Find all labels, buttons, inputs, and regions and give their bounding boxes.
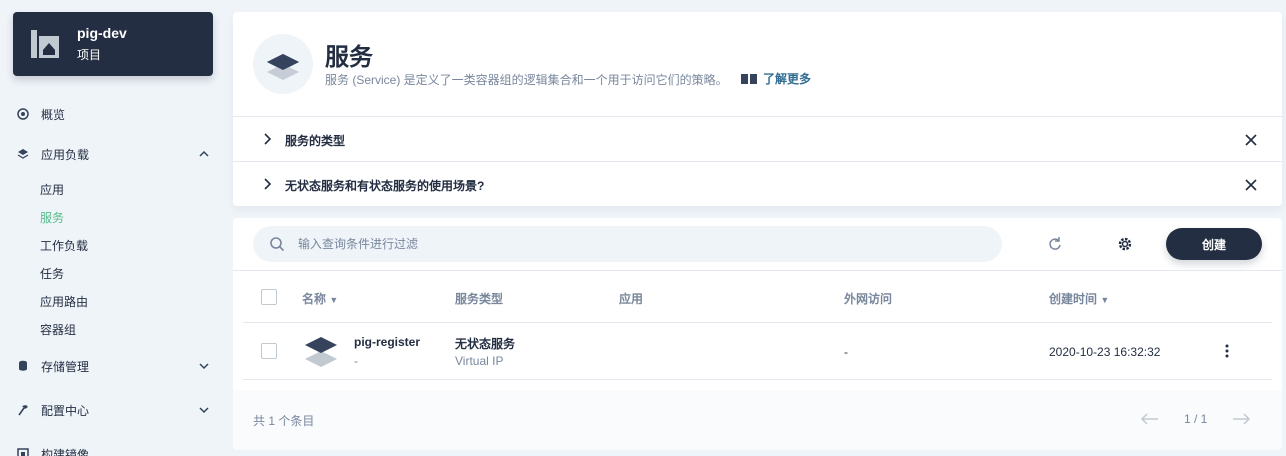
close-icon[interactable]	[1243, 132, 1259, 148]
book-icon	[741, 73, 757, 84]
hammer-icon	[16, 403, 30, 417]
chevron-up-icon[interactable]	[197, 147, 211, 161]
collapse-service-types[interactable]: 服务的类型	[233, 116, 1282, 161]
service-external: -	[844, 345, 848, 359]
project-name: pig-dev	[77, 25, 127, 41]
project-icon	[31, 30, 59, 58]
nav-item-config[interactable]: 配置中心	[0, 398, 225, 422]
sidebar-item-jobs[interactable]: 任务	[40, 265, 64, 282]
column-name[interactable]: 名称 ▼	[302, 290, 338, 307]
chevron-right-icon	[264, 178, 272, 190]
sidebar-item-workloads[interactable]: 工作负载	[40, 237, 88, 254]
dashboard-icon	[16, 107, 30, 121]
nav-item-build[interactable]: 构建镜像	[0, 442, 225, 456]
project-type: 项目	[77, 48, 102, 62]
nav-label-build: 构建镜像	[41, 447, 90, 456]
column-external: 外网访问	[844, 292, 893, 306]
chevron-down-icon[interactable]	[197, 403, 211, 417]
collapse-label: 服务的类型	[285, 134, 346, 148]
page-title: 服务	[325, 44, 373, 71]
learn-more-label: 了解更多	[763, 72, 812, 86]
page-indicator: 1 / 1	[1184, 412, 1208, 426]
table-header: 名称 ▼ 服务类型 应用 外网访问 创建时间 ▼	[233, 270, 1282, 322]
nav-item-storage[interactable]: 存储管理	[0, 354, 225, 378]
select-all-checkbox[interactable]	[261, 289, 277, 305]
nav-item-workloads[interactable]: 应用负载	[0, 142, 225, 166]
sidebar-item-pods[interactable]: 容器组	[40, 321, 76, 338]
image-icon	[16, 447, 30, 456]
nav-label-storage: 存储管理	[41, 359, 90, 374]
search-icon	[270, 237, 285, 252]
collapse-label: 无状态服务和有状态服务的使用场景?	[285, 179, 485, 193]
service-icon	[305, 337, 337, 367]
nav-item-overview[interactable]: 概览	[0, 102, 225, 126]
service-icon	[253, 34, 313, 94]
table-row[interactable]: pig-register - 无状态服务 Virtual IP - 2020-1…	[243, 322, 1272, 380]
arrow-right-icon[interactable]	[1231, 412, 1251, 426]
nav-label-workloads: 应用负载	[41, 147, 90, 162]
create-button[interactable]: 创建	[1166, 228, 1262, 260]
learn-more-link[interactable]: 了解更多	[741, 70, 811, 87]
chevron-right-icon	[264, 133, 272, 145]
refresh-icon[interactable]	[1045, 234, 1065, 254]
collapse-use-cases[interactable]: 无状态服务和有状态服务的使用场景?	[233, 161, 1282, 206]
search-bar[interactable]	[253, 226, 1002, 262]
service-created: 2020-10-23 16:32:32	[1049, 345, 1161, 359]
more-icon[interactable]	[1219, 343, 1235, 359]
column-app: 应用	[619, 292, 644, 306]
table-footer: 共 1 个条目 1 / 1	[233, 390, 1282, 450]
sidebar-item-apps[interactable]: 应用	[40, 181, 64, 198]
database-icon	[16, 359, 30, 373]
service-type: 无状态服务	[455, 337, 516, 351]
arrow-left-icon[interactable]	[1140, 412, 1160, 426]
service-name-link[interactable]: pig-register	[354, 335, 420, 349]
sort-caret-icon: ▼	[1100, 295, 1110, 305]
chevron-down-icon[interactable]	[197, 359, 211, 373]
gear-icon[interactable]	[1115, 234, 1135, 254]
page-description: 服务 (Service) 是定义了一类容器组的逻辑集合和一个用于访问它们的策略。	[325, 73, 728, 87]
page-header-card: 服务 服务 (Service) 是定义了一类容器组的逻辑集合和一个用于访问它们的…	[233, 12, 1282, 206]
search-input[interactable]	[298, 226, 978, 262]
services-table-card: 创建 名称 ▼ 服务类型 应用 外网访问 创建时间 ▼ pig-register…	[233, 218, 1282, 450]
sidebar-item-services[interactable]: 服务	[40, 209, 64, 226]
service-type-sub: Virtual IP	[455, 354, 504, 368]
column-created[interactable]: 创建时间 ▼	[1049, 290, 1109, 307]
service-alias: -	[354, 354, 358, 368]
close-icon[interactable]	[1243, 177, 1259, 193]
sidebar-item-routes[interactable]: 应用路由	[40, 293, 88, 310]
sort-caret-icon: ▼	[329, 295, 339, 305]
nav-label-overview: 概览	[41, 107, 66, 122]
column-type: 服务类型	[455, 292, 504, 306]
project-card[interactable]: pig-dev 项目	[13, 12, 213, 76]
total-count: 共 1 个条目	[253, 414, 315, 428]
row-checkbox[interactable]	[261, 343, 277, 359]
layers-icon	[16, 147, 30, 161]
nav-label-config: 配置中心	[41, 403, 90, 418]
